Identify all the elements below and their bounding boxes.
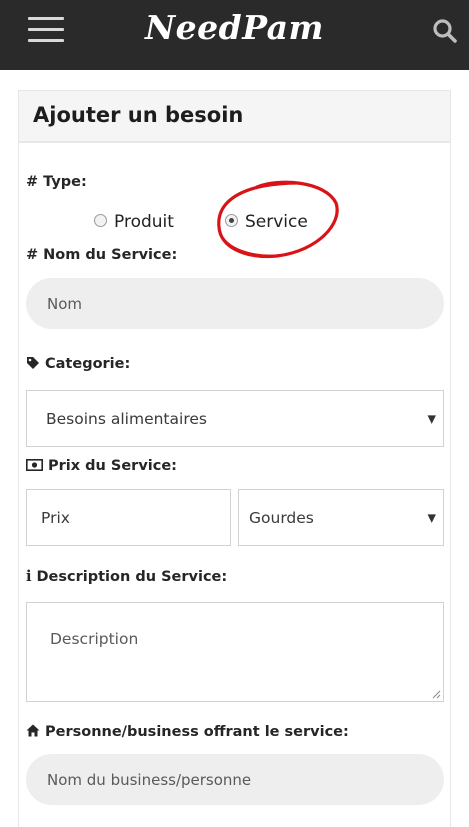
provider-label: Personne/business offrant le service: bbox=[26, 724, 349, 740]
home-icon bbox=[26, 724, 40, 740]
type-label-text: Type: bbox=[43, 174, 87, 190]
radio-produit-label: Produit bbox=[114, 212, 174, 232]
description-textarea[interactable]: Description bbox=[26, 602, 444, 702]
radio-produit-button[interactable] bbox=[94, 213, 107, 227]
category-label-text: Categorie: bbox=[45, 356, 131, 372]
form-title: Ajouter un besoin bbox=[33, 103, 244, 127]
description-label: i Description du Service: bbox=[26, 568, 227, 585]
provider-label-text: Personne/business offrant le service: bbox=[45, 724, 349, 740]
provider-name-placeholder: Nom du business/personne bbox=[47, 770, 252, 789]
category-label: Categorie: bbox=[26, 356, 130, 372]
form-header: Ajouter un besoin bbox=[19, 91, 450, 143]
chevron-down-icon: ▼ bbox=[427, 511, 436, 524]
search-icon[interactable] bbox=[432, 18, 458, 44]
tag-icon bbox=[26, 356, 40, 372]
service-name-placeholder: Nom bbox=[47, 294, 83, 313]
hash-icon: # bbox=[26, 174, 39, 190]
description-placeholder: Description bbox=[50, 630, 139, 648]
type-label: # Type: bbox=[26, 174, 87, 190]
money-icon bbox=[26, 458, 43, 474]
price-placeholder: Prix bbox=[41, 508, 70, 527]
description-label-text: Description du Service: bbox=[36, 569, 228, 585]
radio-service-label: Service bbox=[245, 212, 308, 232]
provider-name-input[interactable]: Nom du business/personne bbox=[26, 754, 444, 805]
category-select[interactable]: Besoins alimentaires ▼ bbox=[26, 390, 444, 447]
price-label-text: Prix du Service: bbox=[48, 458, 177, 474]
resize-handle-icon[interactable] bbox=[432, 690, 441, 699]
app-logo[interactable]: NeedPam bbox=[0, 8, 469, 47]
name-label-text: Nom du Service: bbox=[43, 247, 178, 263]
chevron-down-icon: ▼ bbox=[427, 412, 436, 425]
currency-value: Gourdes bbox=[249, 508, 314, 527]
top-bar: NeedPam bbox=[0, 0, 469, 70]
radio-produit[interactable]: Produit bbox=[94, 212, 174, 232]
hash-icon: # bbox=[26, 247, 39, 263]
currency-select[interactable]: Gourdes ▼ bbox=[238, 489, 444, 546]
radio-service[interactable]: Service bbox=[225, 212, 308, 232]
price-input[interactable]: Prix bbox=[26, 489, 231, 546]
name-label: # Nom du Service: bbox=[26, 247, 177, 263]
category-value: Besoins alimentaires bbox=[46, 409, 207, 428]
service-name-input[interactable]: Nom bbox=[26, 278, 444, 329]
info-icon: i bbox=[26, 568, 32, 585]
price-label: Prix du Service: bbox=[26, 458, 177, 474]
radio-service-button[interactable] bbox=[225, 213, 238, 227]
